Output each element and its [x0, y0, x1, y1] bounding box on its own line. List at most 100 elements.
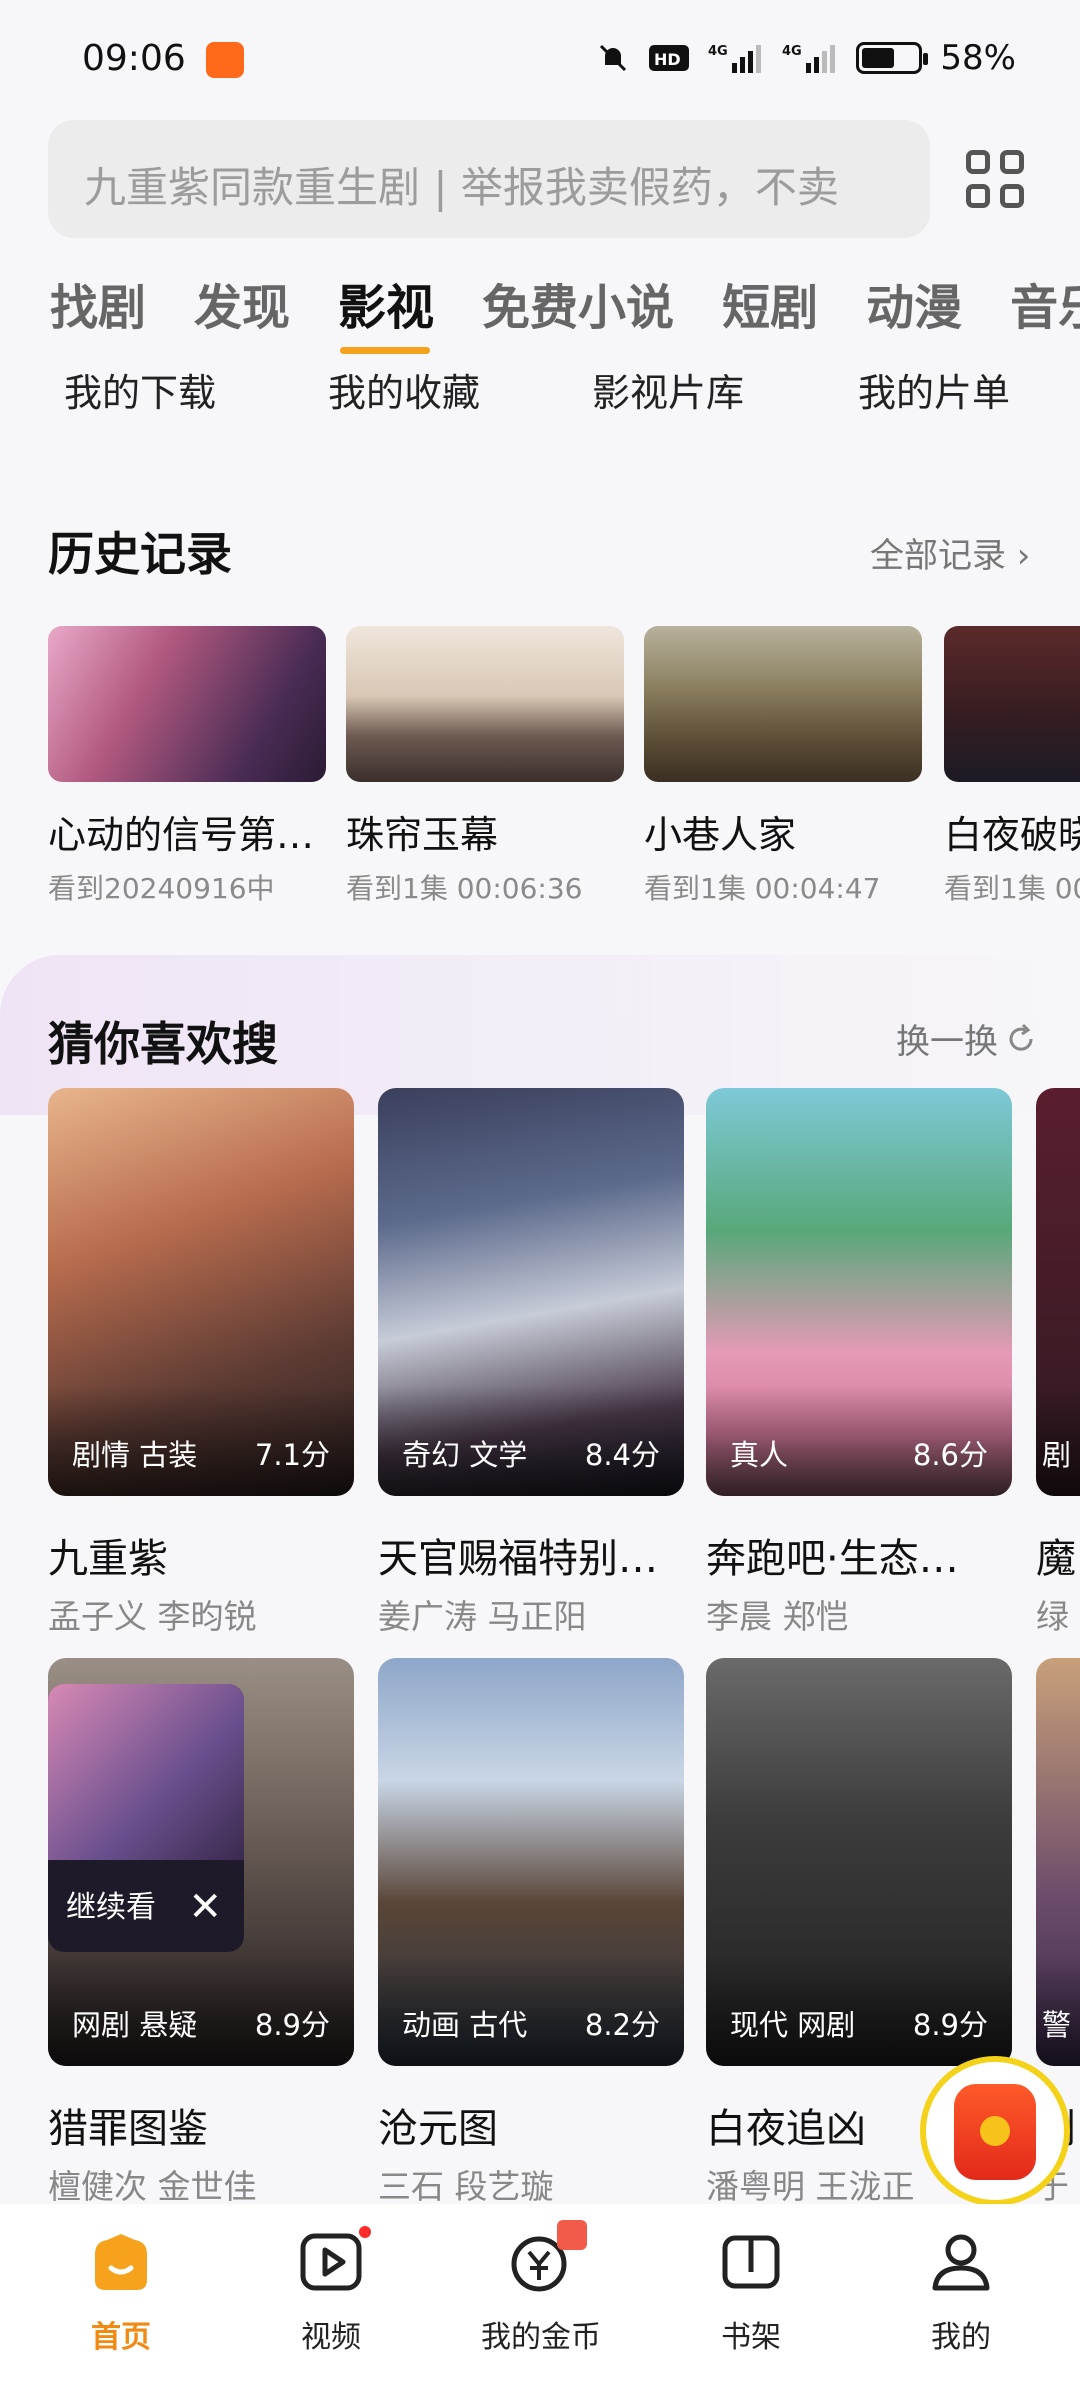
- poster-score: 8.9分: [254, 2008, 330, 2042]
- subnav-my-favorites[interactable]: 我的收藏: [328, 362, 480, 417]
- history-item[interactable]: 珠帘玉幕 看到1集 00:06:36: [346, 626, 624, 907]
- nav-video[interactable]: 视频: [246, 2226, 416, 2356]
- svg-text:HD: HD: [654, 50, 681, 69]
- bottom-navigation: 首页 视频 我的金币 书架 我的: [0, 2204, 1080, 2400]
- home-icon: [89, 2230, 153, 2294]
- poster-tags: 警: [1042, 2008, 1072, 2042]
- book-icon: [719, 2230, 783, 2294]
- app-notification-icon: [206, 42, 244, 78]
- status-indicators: HD 4G 4G 58%: [596, 38, 1016, 78]
- refresh-button[interactable]: 换一换: [896, 1014, 1038, 1063]
- poster-cast: 李晨 郑恺: [706, 1597, 849, 1636]
- status-time: 09:06: [82, 38, 186, 79]
- poster-cast: 绿: [1036, 1597, 1069, 1636]
- channel-tabs: 找剧 发现 影视 免费小说 短剧 动漫 音乐: [50, 268, 1080, 354]
- poster-title: 魔: [1036, 1536, 1076, 1582]
- category-grid-icon[interactable]: [966, 150, 1026, 210]
- poster-tags: 奇幻 文学: [402, 1438, 528, 1472]
- poster-score: 7.1分: [254, 1438, 330, 1472]
- poster-card[interactable]: 奇幻 文学 8.4分 天官赐福特别… 姜广涛 马正阳: [378, 1088, 684, 1638]
- tab-free-novels[interactable]: 免费小说: [482, 268, 674, 338]
- poster-tags: 现代 网剧: [730, 2008, 856, 2042]
- subnav-my-lists[interactable]: 我的片单: [858, 362, 1010, 417]
- poster-title: 猎罪图鉴: [48, 2106, 208, 2152]
- battery-percent: 58%: [940, 38, 1016, 78]
- poster-score: 8.9分: [912, 2008, 988, 2042]
- poster-title: 奔跑吧·生态…: [706, 1536, 959, 1582]
- nav-profile-label: 我的: [931, 2320, 991, 2355]
- poster-score: 8.2分: [584, 2008, 660, 2042]
- mute-icon: [600, 44, 627, 72]
- tab-short-drama[interactable]: 短剧: [722, 268, 818, 338]
- recommend-title: 猜你喜欢搜: [48, 1017, 278, 1071]
- nav-home[interactable]: 首页: [36, 2230, 206, 2356]
- svg-text:4G: 4G: [782, 44, 802, 59]
- continue-watching-thumbnail: [48, 1684, 244, 1860]
- hd-voice-icon: HD: [649, 45, 690, 71]
- history-title: 历史记录: [48, 527, 232, 581]
- poster-score: 8.4分: [584, 1438, 660, 1472]
- red-packet-icon[interactable]: [920, 2056, 1070, 2206]
- subnav-film-library[interactable]: 影视片库: [592, 362, 744, 417]
- poster-card[interactable]: 剧 魔 绿: [1036, 1088, 1080, 1638]
- search-input[interactable]: 九重紫同款重生剧 | 举报我卖假药，不卖: [48, 120, 930, 238]
- status-bar: 09:06 HD 4G 4G 58%: [0, 0, 1080, 112]
- close-icon[interactable]: ✕: [188, 1884, 222, 1930]
- poster-image: 剧情 古装 7.1分: [48, 1088, 354, 1496]
- poster-tags: 剧情 古装: [72, 1438, 198, 1472]
- nav-my-coins[interactable]: 我的金币: [456, 2220, 626, 2356]
- poster-cast: 孟子义 李昀锐: [48, 1597, 257, 1636]
- tab-anime[interactable]: 动漫: [866, 268, 962, 338]
- poster-title: 九重紫: [48, 1536, 168, 1582]
- refresh-label: 换一换: [896, 1022, 998, 1062]
- history-thumbnail: [644, 626, 922, 782]
- poster-tags: 真人: [730, 1438, 789, 1472]
- subnav-my-downloads[interactable]: 我的下载: [64, 362, 216, 417]
- refresh-icon: [1009, 1023, 1033, 1051]
- poster-image: 警: [1036, 1658, 1080, 2066]
- nav-profile[interactable]: 我的: [876, 2230, 1046, 2356]
- nav-home-label: 首页: [91, 2320, 151, 2355]
- poster-card[interactable]: 真人 8.6分 奔跑吧·生态… 李晨 郑恺: [706, 1088, 1012, 1638]
- coin-yen-icon: [509, 2220, 587, 2294]
- history-all-records-link[interactable]: 全部记录 ›: [870, 528, 1030, 577]
- sub-navigation: 我的下载 我的收藏 影视片库 我的片单: [0, 362, 1080, 422]
- history-item[interactable]: 小巷人家 看到1集 00:04:47: [644, 626, 922, 907]
- poster-tags: 网剧 悬疑: [72, 2008, 198, 2042]
- history-thumbnail: [48, 626, 326, 782]
- poster-title: 沧元图: [378, 2106, 498, 2152]
- history-thumbnail: [944, 626, 1080, 782]
- tab-film-tv[interactable]: 影视: [338, 268, 434, 354]
- profile-icon: [929, 2230, 993, 2294]
- history-item-title: 珠帘玉幕: [346, 813, 499, 857]
- poster-tags: 剧: [1042, 1438, 1072, 1472]
- poster-image: 现代 网剧 8.9分: [706, 1658, 1012, 2066]
- history-item-title: 白夜破晓: [944, 813, 1080, 857]
- poster-cast: 檀健次 金世佳: [48, 2167, 257, 2206]
- poster-card[interactable]: 动画 古代 8.2分 沧元图 三石 段艺璇: [378, 1658, 684, 2208]
- tab-music[interactable]: 音乐: [1010, 268, 1080, 338]
- poster-image: 动画 古代 8.2分: [378, 1658, 684, 2066]
- continue-watching-popup[interactable]: 继续看 ✕: [48, 1684, 244, 1952]
- poster-cast: 三石 段艺璇: [378, 2167, 554, 2206]
- poster-title: 天官赐福特别…: [378, 1536, 658, 1582]
- nav-bookshelf[interactable]: 书架: [666, 2230, 836, 2356]
- poster-image: 奇幻 文学 8.4分: [378, 1088, 684, 1496]
- tab-find-drama[interactable]: 找剧: [50, 268, 146, 338]
- history-item-title: 小巷人家: [644, 813, 797, 857]
- poster-card[interactable]: 剧情 古装 7.1分 九重紫 孟子义 李昀锐: [48, 1088, 354, 1638]
- search-placeholder: 九重紫同款重生剧 | 举报我卖假药，不卖: [84, 163, 839, 212]
- poster-score: 8.6分: [912, 1438, 988, 1472]
- history-item-title: 心动的信号第…: [48, 813, 315, 857]
- history-thumbnail: [346, 626, 624, 782]
- history-item[interactable]: 心动的信号第… 看到20240916中: [48, 626, 326, 907]
- nav-my-coins-label: 我的金币: [481, 2320, 601, 2355]
- history-item-progress: 看到1集 00:04:47: [644, 872, 881, 905]
- poster-image: 剧: [1036, 1088, 1080, 1496]
- battery-icon: [856, 42, 929, 74]
- svg-text:4G: 4G: [708, 44, 728, 59]
- tab-discover[interactable]: 发现: [194, 268, 290, 338]
- poster-tags: 动画 古代: [402, 2008, 528, 2042]
- nav-bookshelf-label: 书架: [721, 2320, 781, 2355]
- history-item[interactable]: 白夜破晓 看到1集 00: [944, 626, 1080, 907]
